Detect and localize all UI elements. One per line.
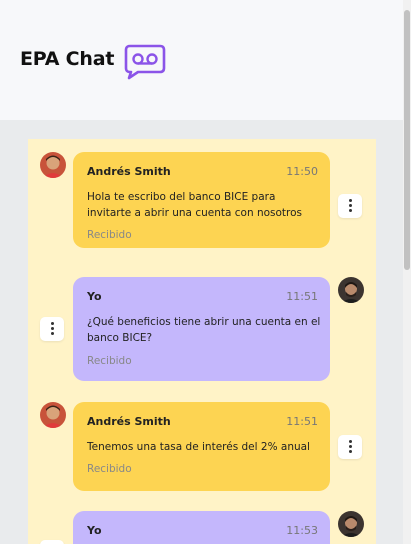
app-header: EPA Chat [0, 0, 403, 120]
message-time: 11:53 [286, 524, 318, 537]
scrollbar-thumb[interactable] [404, 10, 410, 270]
message-status: Recibido [87, 355, 132, 367]
avatar-andres-smith [40, 152, 66, 178]
message-menu-button[interactable] [338, 194, 362, 218]
message-menu-button[interactable] [338, 435, 362, 459]
message-bubble-outgoing[interactable]: Yo 11:51 ¿Qué beneficios tiene abrir una… [73, 277, 330, 381]
message-text: Tenemos una tasa de interés del 2% anual [87, 441, 310, 453]
app-title: EPA Chat [20, 48, 115, 70]
message-bubble-incoming[interactable]: Andrés Smith 11:50 Hola te escribo del b… [73, 152, 330, 248]
avatar-me [338, 511, 364, 537]
message-text: Hola te escribo del banco BICE para invi… [87, 191, 303, 219]
message-menu-button[interactable] [40, 540, 64, 544]
chat-bubble-voicemail-icon [124, 44, 166, 80]
chat-messages-panel[interactable]: Andrés Smith 11:50 Hola te escribo del b… [28, 139, 376, 544]
message-status: Recibido [87, 463, 132, 475]
message-bubble-incoming[interactable]: Andrés Smith 11:51 Tenemos una tasa de i… [73, 402, 330, 491]
message-sender: Yo [87, 290, 102, 303]
message-sender: Yo [87, 524, 102, 537]
message-sender: Andrés Smith [87, 165, 171, 178]
message-text: ¿Qué beneficios tiene abrir una cuenta e… [87, 316, 321, 344]
avatar-me [338, 277, 364, 303]
message-time: 11:51 [286, 415, 318, 428]
page-scrollbar[interactable] [403, 0, 411, 544]
message-menu-button[interactable] [40, 317, 64, 341]
message-time: 11:50 [286, 165, 318, 178]
message-sender: Andrés Smith [87, 415, 171, 428]
message-time: 11:51 [286, 290, 318, 303]
avatar-andres-smith [40, 402, 66, 428]
message-status: Recibido [87, 229, 132, 241]
message-bubble-outgoing[interactable]: Yo 11:53 [73, 511, 330, 544]
